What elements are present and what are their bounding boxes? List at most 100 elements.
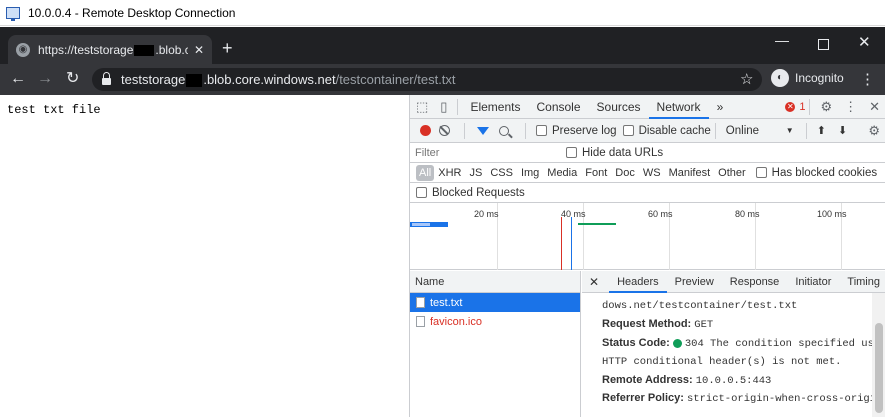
- devtools-panel: ⬚ ▯ Elements Console Sources Network » ✕…: [409, 95, 885, 417]
- network-toolbar: Preserve log Disable cache Online ▼ ⬆ ⬇ …: [410, 119, 885, 143]
- filter-row: Hide data URLs: [410, 143, 885, 163]
- close-devtools-icon[interactable]: ✕: [863, 99, 885, 115]
- maximize-icon[interactable]: [818, 39, 829, 50]
- hide-data-urls-checkbox[interactable]: [566, 147, 577, 158]
- preserve-log-checkbox[interactable]: [536, 125, 547, 136]
- browser-tab[interactable]: ◉ https://teststorage.blob.core.w ✕: [8, 35, 212, 64]
- file-icon: [416, 297, 425, 308]
- back-arrow-icon[interactable]: ←: [10, 70, 26, 88]
- error-icon: ✕: [785, 101, 796, 112]
- tab-initiator[interactable]: Initiator: [787, 271, 839, 293]
- star-icon[interactable]: ☆: [740, 70, 753, 88]
- new-tab-button[interactable]: +: [222, 39, 233, 57]
- resource-type-filter: All XHR JS CSS Img Media Font Doc WS Man…: [410, 163, 885, 183]
- tab-title: https://teststorage.blob.core.w: [38, 42, 188, 57]
- incognito-indicator[interactable]: ◐ Incognito: [771, 69, 844, 87]
- requests-list: Name test.txt favicon.ico: [410, 271, 581, 417]
- type-js[interactable]: JS: [465, 165, 486, 181]
- request-row-test-txt[interactable]: test.txt: [410, 293, 580, 312]
- incognito-icon: ◐: [771, 69, 789, 87]
- request-detail-panel: ✕ Headers Preview Response Initiator Tim…: [582, 271, 885, 417]
- status-dot-icon: [672, 338, 682, 348]
- disable-cache-checkbox[interactable]: [622, 125, 634, 136]
- tab-sources[interactable]: Sources: [589, 95, 649, 119]
- has-blocked-cookies-label: Has blocked cookies: [771, 166, 878, 179]
- requests-name-header[interactable]: Name: [410, 271, 580, 293]
- menu-dots-icon[interactable]: ⋮: [860, 70, 875, 88]
- clear-icon[interactable]: [439, 125, 450, 136]
- timeline-tick-label: 40 ms: [561, 209, 586, 219]
- type-font[interactable]: Font: [581, 165, 611, 181]
- type-css[interactable]: CSS: [486, 165, 517, 181]
- tab-network[interactable]: Network: [648, 95, 709, 119]
- hide-data-urls-label: Hide data URLs: [582, 146, 664, 159]
- throttling-select[interactable]: Online: [726, 125, 786, 137]
- reload-icon[interactable]: ↻: [66, 70, 79, 88]
- address-bar[interactable]: teststorage .blob.core.windows.net/testco…: [92, 68, 762, 91]
- type-ws[interactable]: WS: [639, 165, 665, 181]
- type-img[interactable]: Img: [517, 165, 543, 181]
- redacted-block: [186, 74, 203, 88]
- record-icon[interactable]: [420, 125, 431, 136]
- error-count-badge[interactable]: ✕ 1: [785, 101, 805, 113]
- load-event-marker: [561, 217, 562, 270]
- scrollbar-thumb[interactable]: [875, 323, 883, 413]
- tab-console[interactable]: Console: [528, 95, 588, 119]
- inspect-element-icon[interactable]: ⬚: [410, 99, 434, 115]
- tab-elements[interactable]: Elements: [462, 95, 528, 119]
- minimize-icon[interactable]: —: [775, 32, 789, 48]
- has-blocked-cookies-checkbox[interactable]: [755, 167, 767, 178]
- tab-headers[interactable]: Headers: [609, 271, 667, 293]
- type-doc[interactable]: Doc: [611, 165, 639, 181]
- request-url-line: dows.net/testcontainer/test.txt: [602, 300, 798, 312]
- tab-timing[interactable]: Timing: [839, 271, 885, 293]
- more-tabs-button[interactable]: »: [709, 95, 732, 119]
- filter-input[interactable]: [415, 144, 555, 161]
- blocked-requests-label: Blocked Requests: [432, 186, 525, 199]
- incognito-label: Incognito: [795, 71, 844, 85]
- rdp-window-title: 10.0.0.4 - Remote Desktop Connection: [28, 5, 236, 20]
- detail-tab-bar: ✕ Headers Preview Response Initiator Tim…: [582, 271, 885, 293]
- page-viewport: test txt file: [0, 95, 409, 417]
- separator: [457, 98, 459, 115]
- separator: [805, 122, 807, 139]
- blocked-requests-checkbox[interactable]: [416, 187, 427, 198]
- filter-icon[interactable]: [477, 126, 489, 135]
- type-media[interactable]: Media: [543, 165, 581, 181]
- url-text[interactable]: teststorage .blob.core.windows.net/testco…: [121, 72, 456, 88]
- separator: [525, 122, 526, 139]
- import-har-icon[interactable]: ⬆: [811, 124, 832, 137]
- lock-icon[interactable]: [102, 71, 111, 85]
- timeline-request-bar: [412, 223, 430, 226]
- timeline-tick-label: 100 ms: [817, 209, 847, 219]
- request-row-favicon[interactable]: favicon.ico: [410, 312, 580, 331]
- request-method-line: Request Method: GET: [602, 318, 714, 331]
- timeline-tick-label: 20 ms: [474, 209, 499, 219]
- browser-toolbar: ← → ↻ teststorage .blob.core.windows.net/…: [0, 64, 885, 95]
- forward-arrow-icon[interactable]: →: [37, 70, 53, 88]
- status-code-continuation: HTTP conditional header(s) is not met.: [602, 356, 842, 368]
- type-other[interactable]: Other: [714, 165, 750, 181]
- settings-gear-icon[interactable]: ⚙: [814, 99, 838, 115]
- file-icon: [416, 316, 425, 327]
- tab-response[interactable]: Response: [722, 271, 788, 293]
- device-toolbar-icon[interactable]: ▯: [434, 99, 453, 115]
- globe-icon: ◉: [16, 42, 30, 57]
- blocked-requests-row: Blocked Requests: [410, 183, 885, 203]
- export-har-icon[interactable]: ⬇: [832, 124, 853, 137]
- disable-cache-label: Disable cache: [638, 124, 711, 137]
- network-overview-timeline[interactable]: 20 ms 40 ms 60 ms 80 ms 100 ms: [410, 203, 885, 270]
- network-settings-icon[interactable]: ⚙: [862, 123, 885, 139]
- type-xhr[interactable]: XHR: [434, 165, 465, 181]
- separator: [714, 122, 716, 139]
- tab-preview[interactable]: Preview: [667, 271, 722, 293]
- type-all[interactable]: All: [416, 164, 435, 181]
- dropdown-caret-icon[interactable]: ▼: [786, 126, 794, 135]
- close-window-icon[interactable]: ✕: [858, 33, 871, 51]
- type-manifest[interactable]: Manifest: [665, 165, 715, 181]
- tab-close-icon[interactable]: ✕: [194, 43, 204, 57]
- search-icon[interactable]: [499, 125, 509, 136]
- devtools-menu-icon[interactable]: ⋮: [838, 99, 863, 115]
- close-detail-icon[interactable]: ✕: [582, 275, 609, 289]
- detail-scrollbar[interactable]: [872, 293, 885, 417]
